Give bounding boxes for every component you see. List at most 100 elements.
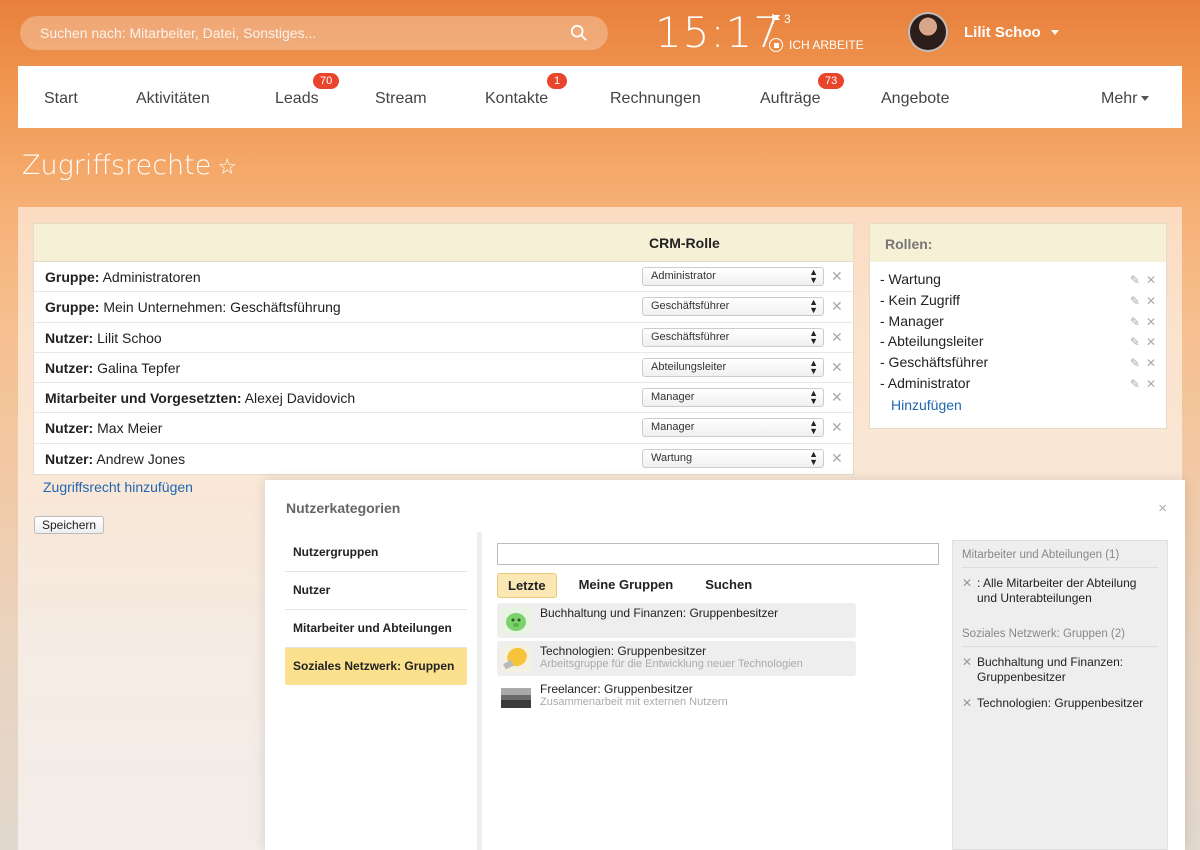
user-menu[interactable]: Lilit Schoo xyxy=(964,24,1059,41)
remove-icon[interactable]: ✕ xyxy=(831,450,843,467)
flag-counter[interactable]: 3 xyxy=(772,12,791,26)
clock: 15:17 xyxy=(655,8,782,57)
select-arrows-icon: ▲ ▼ xyxy=(809,327,818,346)
nav-item-auftraege[interactable]: Aufträge 73 xyxy=(760,73,845,108)
nav-label: Aufträge xyxy=(760,90,821,107)
subject-name: Andrew Jones xyxy=(96,450,186,467)
remove-icon[interactable]: ✕ xyxy=(831,419,843,436)
group-desc: Arbeitsgruppe für die Entwicklung neuer … xyxy=(540,658,803,670)
close-icon[interactable]: ✕ xyxy=(1146,315,1156,329)
tab-suchen[interactable]: Suchen xyxy=(695,573,762,598)
nav-item-mehr[interactable]: Mehr xyxy=(1101,90,1150,108)
table-row: Gruppe: Administratoren Administrator ▲ ▼ … xyxy=(34,262,853,293)
close-icon[interactable]: ✕ xyxy=(1146,294,1156,308)
piggy-bank-icon xyxy=(501,607,531,634)
save-button[interactable]: Speichern xyxy=(34,516,105,534)
remove-icon[interactable]: ✕ xyxy=(831,359,843,376)
work-status-button[interactable]: ICH ARBEITE xyxy=(769,38,864,52)
avatar[interactable] xyxy=(908,12,948,52)
selected-items-panel: Mitarbeiter und Abteilungen (1) ✕: Alle … xyxy=(952,540,1168,850)
roles-list: - Wartung ✎ ✕ - Kein Zugriff ✎ ✕ - Manager ✎ ✕… xyxy=(870,262,1166,422)
category-list: Nutzergruppen Nutzer Mitarbeiter und Abt… xyxy=(285,534,467,685)
subject-name: Administratoren xyxy=(102,269,201,285)
subject-type: Gruppe: xyxy=(45,299,100,316)
nav-item-leads[interactable]: Leads 70 xyxy=(275,73,340,108)
role-name: - Wartung xyxy=(880,271,941,287)
counter-badge: 70 xyxy=(313,73,340,89)
category-item-mitarbeiter[interactable]: Mitarbeiter und Abteilungen xyxy=(285,610,467,648)
remove-icon[interactable]: ✕ xyxy=(831,268,843,285)
nav-label: Kontakte xyxy=(485,90,549,107)
list-item[interactable]: Freelancer: Gruppenbesitzer Zusammenarbe… xyxy=(497,679,856,714)
selected-section-title: Mitarbeiter und Abteilungen (1) xyxy=(962,549,1158,568)
add-access-right-link[interactable]: Zugriffsrecht hinzufügen xyxy=(43,479,193,495)
role-select[interactable]: Geschäftsführer ▲ ▼ xyxy=(642,297,824,317)
close-icon[interactable]: ✕ xyxy=(962,655,972,670)
flag-count: 3 xyxy=(784,12,791,26)
list-item: - Administrator ✎ ✕ xyxy=(880,375,1156,396)
close-icon[interactable]: × xyxy=(1158,500,1167,517)
close-icon[interactable]: ✕ xyxy=(1146,273,1156,287)
select-arrows-icon: ▲ ▼ xyxy=(809,418,818,437)
group-search-input[interactable] xyxy=(497,543,939,565)
category-item-nutzer[interactable]: Nutzer xyxy=(285,572,467,610)
group-name: Technologien: Gruppenbesitzer xyxy=(540,644,707,658)
nav-item-kontakte[interactable]: Kontakte 1 xyxy=(485,73,568,108)
role-select[interactable]: Geschäftsführer ▲ ▼ xyxy=(642,327,824,347)
role-select-value: Manager xyxy=(651,421,695,434)
role-select-value: Geschäftsführer xyxy=(651,300,730,313)
pencil-icon[interactable]: ✎ xyxy=(1130,315,1140,329)
pencil-icon[interactable]: ✎ xyxy=(1130,377,1140,391)
close-icon[interactable]: ✕ xyxy=(962,696,972,711)
group-name: Buchhaltung und Finanzen: Gruppenbesitze… xyxy=(540,606,779,620)
role-select[interactable]: Manager ▲ ▼ xyxy=(642,418,824,438)
role-name: - Geschäftsführer xyxy=(880,354,989,371)
nav-item-angebote[interactable]: Angebote xyxy=(881,90,950,108)
search-input[interactable] xyxy=(40,25,570,41)
nav-label: Start xyxy=(44,90,78,107)
close-icon[interactable]: ✕ xyxy=(1146,356,1156,370)
nav-label: Mehr xyxy=(1101,90,1138,107)
subject-type: Nutzer: xyxy=(45,450,94,467)
pencil-icon[interactable]: ✎ xyxy=(1130,356,1140,370)
selected-item-label: Technologien: Gruppenbesitzer xyxy=(977,696,1144,710)
role-select[interactable]: Manager ▲ ▼ xyxy=(642,388,824,408)
star-icon[interactable]: ☆ xyxy=(217,155,237,180)
nav-item-start[interactable]: Start xyxy=(44,90,78,108)
list-item[interactable]: Technologien: Gruppenbesitzer Arbeitsgru… xyxy=(497,641,856,676)
remove-icon[interactable]: ✕ xyxy=(831,298,843,315)
list-item: - Wartung ✎ ✕ xyxy=(880,271,1156,292)
nav-item-stream[interactable]: Stream xyxy=(375,90,427,108)
tab-letzte[interactable]: Letzte xyxy=(497,573,557,598)
add-role-link[interactable]: Hinzufügen xyxy=(891,397,1156,413)
nav-item-rechnungen[interactable]: Rechnungen xyxy=(610,90,701,108)
column-header-crm-role: CRM-Rolle xyxy=(649,235,720,251)
pencil-icon[interactable]: ✎ xyxy=(1130,294,1140,308)
list-item: - Abteilungsleiter ✎ ✕ xyxy=(880,333,1156,354)
landscape-photo-icon xyxy=(501,688,531,708)
pencil-icon[interactable]: ✎ xyxy=(1130,335,1140,349)
nav-label: Stream xyxy=(375,90,427,107)
search-icon[interactable] xyxy=(570,24,588,42)
close-icon[interactable]: ✕ xyxy=(1146,335,1156,349)
close-icon[interactable]: ✕ xyxy=(1146,377,1156,391)
category-item-soziales-netzwerk[interactable]: Soziales Netzwerk: Gruppen xyxy=(285,648,467,685)
role-select[interactable]: Wartung ▲ ▼ xyxy=(642,448,824,468)
role-select[interactable]: Administrator ▲ ▼ xyxy=(642,267,824,286)
subject-name: Lilit Schoo xyxy=(97,329,162,346)
list-item: - Manager ✎ ✕ xyxy=(880,313,1156,334)
remove-icon[interactable]: ✕ xyxy=(831,329,843,346)
selected-item: ✕: Alle Mitarbeiter der Abteilung und Un… xyxy=(962,576,1158,606)
list-item[interactable]: Buchhaltung und Finanzen: Gruppenbesitze… xyxy=(497,603,856,638)
pencil-icon[interactable]: ✎ xyxy=(1130,273,1140,287)
table-header: CRM-Rolle xyxy=(34,224,853,262)
tab-meine-gruppen[interactable]: Meine Gruppen xyxy=(569,573,684,598)
category-item-nutzergruppen[interactable]: Nutzergruppen xyxy=(285,534,467,572)
role-select[interactable]: Abteilungsleiter ▲ ▼ xyxy=(642,357,824,377)
global-search[interactable] xyxy=(20,16,608,50)
nav-item-aktivitaeten[interactable]: Aktivitäten xyxy=(136,90,210,108)
close-icon[interactable]: ✕ xyxy=(962,576,972,591)
role-name: - Administrator xyxy=(880,374,971,391)
remove-icon[interactable]: ✕ xyxy=(831,389,843,406)
popup-title: Nutzerkategorien xyxy=(286,500,401,516)
